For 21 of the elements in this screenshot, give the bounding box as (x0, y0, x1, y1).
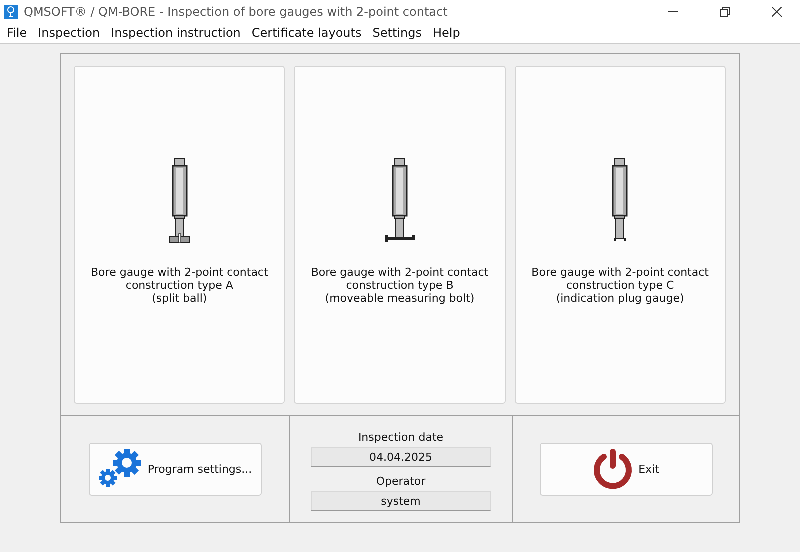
gauge-type-card[interactable]: Bore gauge with 2-point contact construction type B (moveable measuring bolt) (294, 66, 506, 404)
program-settings-button[interactable]: Program settings... (88, 442, 262, 496)
gauge-type-card[interactable]: Bore gauge with 2-point contact construction type A (split ball) (74, 66, 286, 404)
gauge-type-card[interactable]: Bore gauge with 2-point contact construction type C (indication plug gauge) (514, 66, 726, 404)
operator-field: system (311, 491, 491, 511)
menu-item[interactable]: Inspection instruction (106, 26, 247, 40)
power-icon (592, 448, 633, 490)
restore-icon (720, 6, 730, 16)
exit-button[interactable]: Exit (540, 442, 712, 496)
inspection-date-field: 04.04.2025 (311, 447, 491, 467)
inspection-date-label: Inspection date (358, 431, 444, 444)
menu-item[interactable]: Help (428, 26, 466, 40)
menu-item[interactable]: Settings (368, 26, 428, 40)
app-icon (4, 4, 18, 18)
operator-label: Operator (376, 475, 426, 488)
gears-icon (98, 449, 142, 489)
window-title: QMSOFT® / QM-BORE - Inspection of bore gauges with 2-point contact (24, 4, 449, 18)
menu-item[interactable]: File (2, 26, 34, 40)
menu-item[interactable]: Inspection (33, 26, 106, 40)
menu-item[interactable]: Certificate layouts (246, 26, 368, 40)
close-icon (772, 6, 782, 16)
